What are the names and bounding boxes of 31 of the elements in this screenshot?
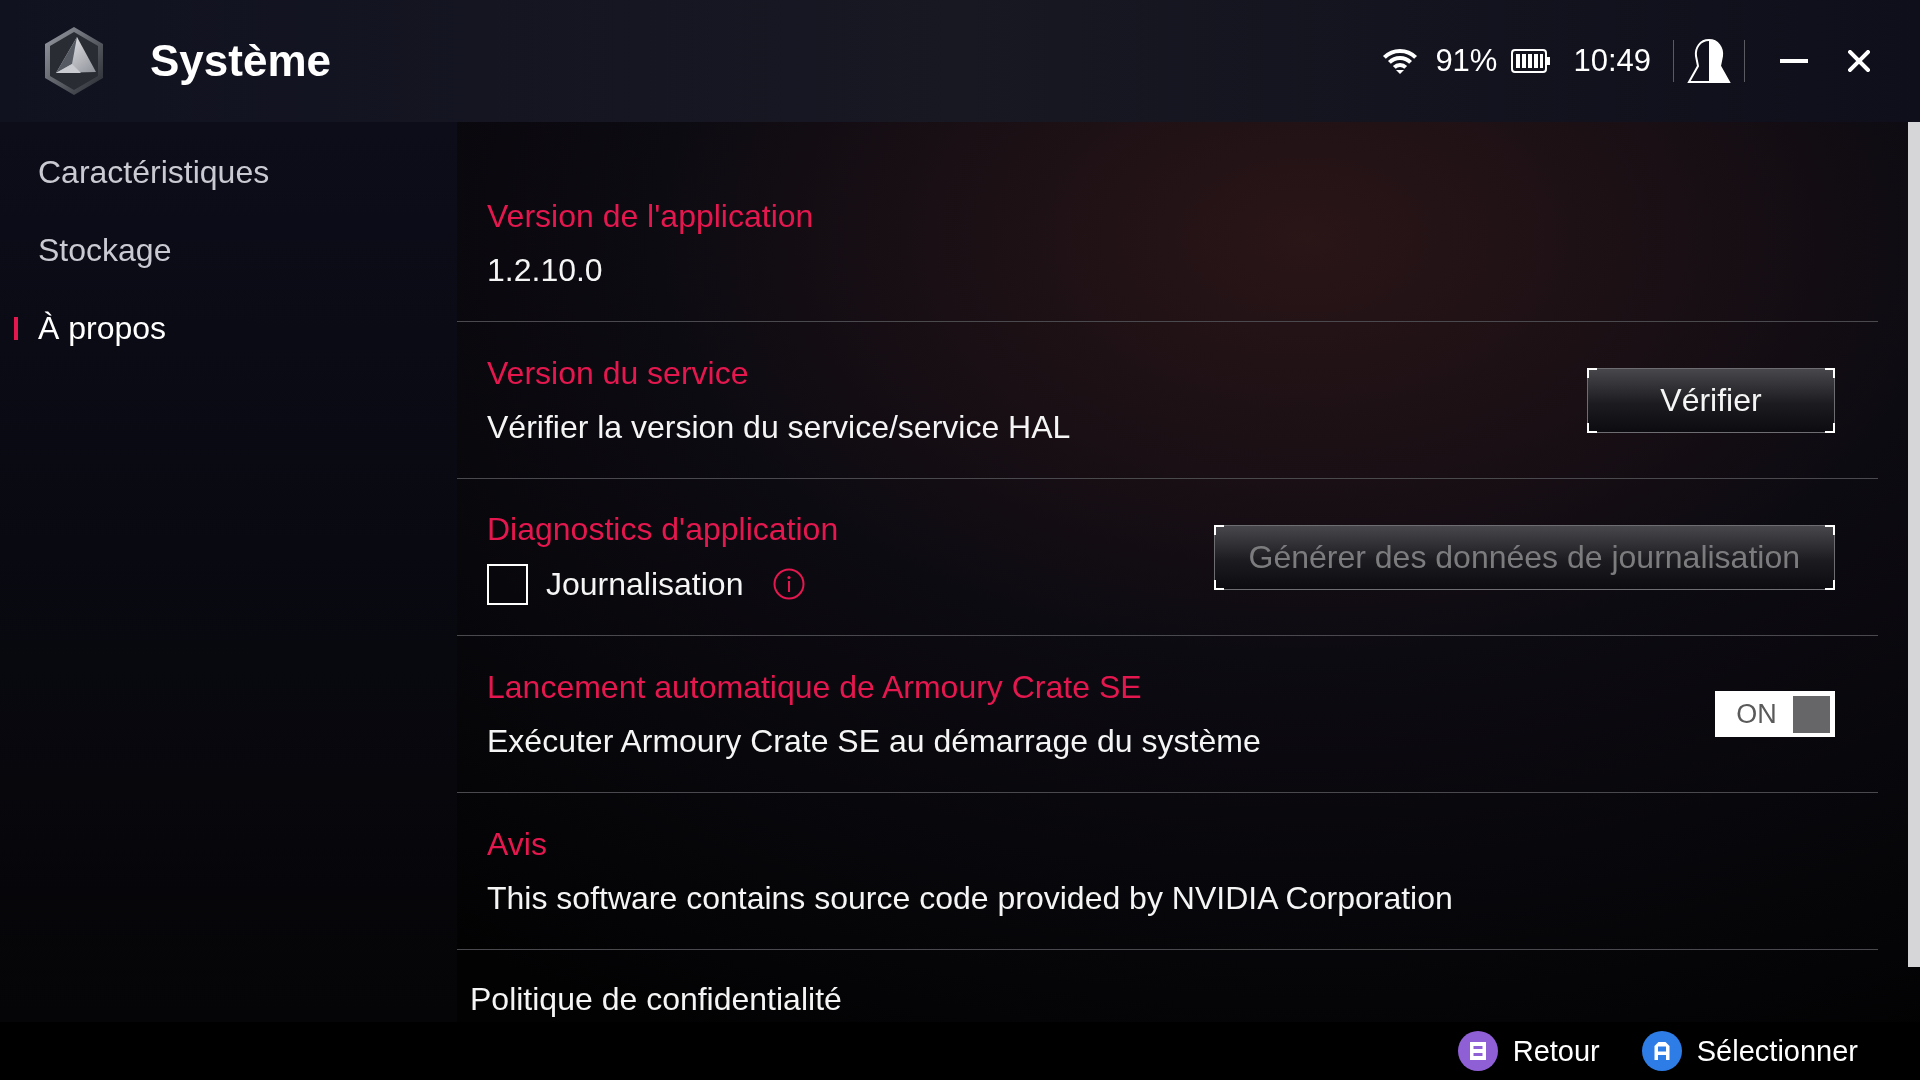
wifi-icon [1382, 47, 1419, 75]
action-button[interactable]: Vérifier [1587, 367, 1835, 433]
battery-icon [1511, 49, 1552, 73]
section-description: Exécuter Armoury Crate SE au démarrage du système [487, 722, 1261, 760]
section-description: Vérifier la version du service/service HAL [487, 408, 1071, 446]
clock-time: 10:49 [1573, 43, 1651, 79]
toggle-switch[interactable]: ON [1715, 691, 1835, 737]
section-heading: Version de l'application [487, 197, 814, 235]
close-icon[interactable] [1848, 50, 1870, 72]
section-value: This software contains source code provided by NVIDIA Corporation [487, 879, 1453, 917]
toggle-thumb [1793, 695, 1830, 733]
info-icon[interactable] [773, 568, 806, 600]
checkbox[interactable] [487, 563, 528, 605]
scrollbar[interactable] [1908, 122, 1920, 967]
logo-icon [43, 26, 105, 96]
section-heading: Avis [487, 825, 548, 863]
controller-hint-button[interactable]: Retour [1457, 1031, 1600, 1071]
section-heading: Lancement automatique de Armoury Crate SE [487, 668, 1143, 706]
sidebar-item[interactable]: Stockage [38, 231, 172, 269]
battery-percent: 91% [1435, 43, 1498, 79]
sidebar-item[interactable]: Caractéristiques [38, 153, 270, 191]
section-value: 1.2.10.0 [487, 251, 604, 289]
checkbox-label: Journalisation [546, 565, 744, 603]
section-heading: Version du service [487, 354, 750, 392]
sidebar-item[interactable]: À propos [38, 309, 167, 347]
privacy-policy-link[interactable]: Politique de confidentialité [470, 981, 842, 1017]
window-title: Système [150, 35, 331, 87]
active-indicator [14, 316, 18, 340]
section-heading: Diagnostics d'application [487, 509, 839, 548]
controller-hint-button[interactable]: Sélectionner [1641, 1031, 1858, 1071]
user-silhouette-icon[interactable] [1686, 39, 1732, 83]
